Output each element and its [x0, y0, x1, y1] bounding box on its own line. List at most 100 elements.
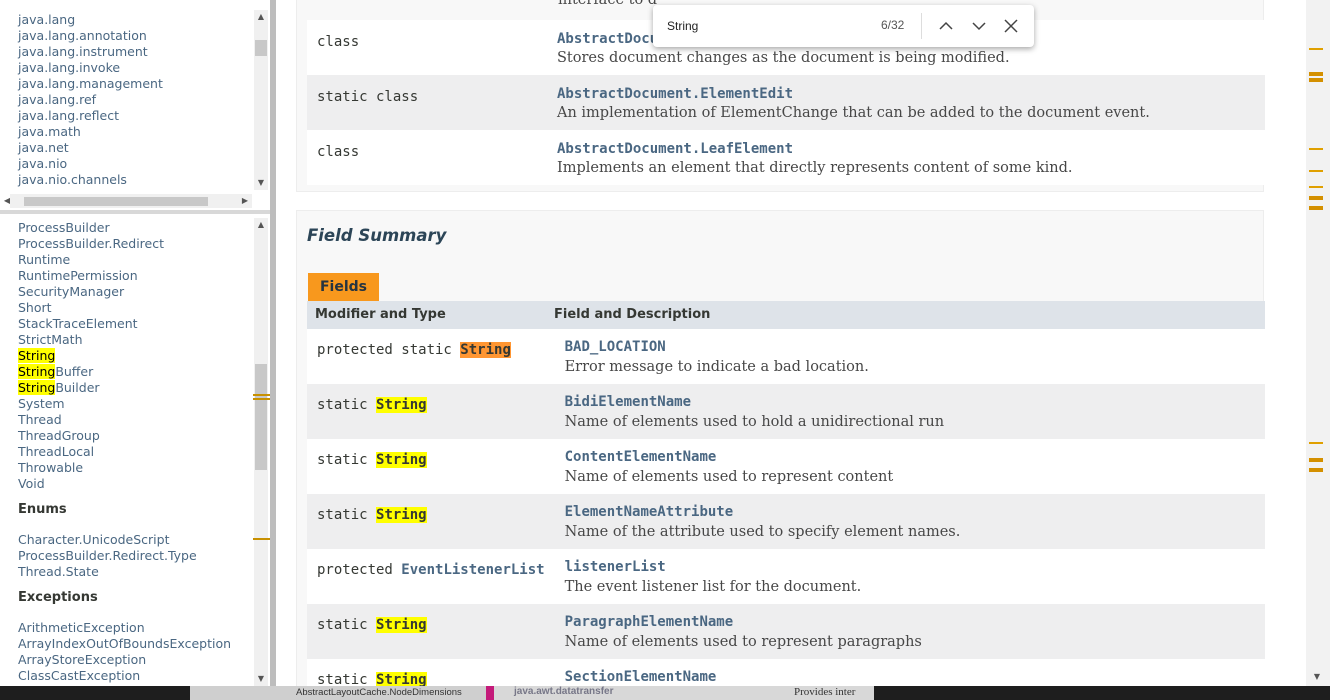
scroll-up-arrow-icon[interactable]: ▲	[254, 10, 268, 24]
scroll-left-arrow-icon[interactable]: ◀	[0, 194, 14, 208]
exception-link[interactable]: ArithmeticException	[18, 620, 231, 636]
class-link[interactable]: RuntimePermission	[18, 268, 231, 284]
modifier-text: static	[317, 617, 377, 633]
fields-tab[interactable]: Fields	[308, 273, 379, 301]
exception-link[interactable]: ArrayIndexOutOfBoundsException	[18, 636, 231, 652]
type-link[interactable]: EventListenerList	[401, 562, 544, 578]
class-link[interactable]: Thread	[18, 412, 231, 428]
find-input[interactable]	[667, 16, 867, 36]
package-list-hscrollbar[interactable]: ◀ ▶	[4, 194, 252, 208]
find-highlight[interactable]: String	[376, 617, 427, 633]
class-link[interactable]: ThreadLocal	[18, 444, 231, 460]
class-name-link[interactable]: AbstractDocument.ElementEdit	[557, 86, 1255, 102]
class-link[interactable]: StackTraceElement	[18, 316, 231, 332]
package-link[interactable]: java.lang.reflect	[18, 108, 163, 124]
enum-link[interactable]: Thread.State	[18, 564, 231, 580]
type-text: class	[317, 34, 360, 50]
class-link[interactable]: Throwable	[18, 460, 231, 476]
find-match-marker	[1309, 186, 1323, 188]
field-name-link[interactable]: ParagraphElementName	[565, 614, 1255, 630]
current-find-highlight[interactable]: String	[460, 342, 511, 358]
package-link[interactable]: java.nio.channels	[18, 172, 163, 188]
background-window-1[interactable]: AbstractLayoutCache.NodeDimensions	[190, 686, 490, 700]
field-name-link[interactable]: SectionElementName	[565, 669, 1255, 685]
scroll-thumb[interactable]	[255, 40, 267, 56]
class-list-frame: ProcessBuilder ProcessBuilder.Redirect Run…	[0, 214, 270, 686]
package-link[interactable]: java.lang.instrument	[18, 44, 163, 60]
field-cell: ContentElementName Name of elements used …	[555, 439, 1265, 494]
package-link[interactable]: java.lang	[18, 12, 163, 28]
package-link[interactable]: java.net	[18, 140, 163, 156]
find-highlight[interactable]: String	[376, 397, 427, 413]
exception-link[interactable]: ClassCastException	[18, 668, 231, 684]
table-row: protected EventListenerList listenerList T…	[307, 549, 1265, 604]
exception-link[interactable]: ArrayStoreException	[18, 652, 231, 668]
scroll-down-arrow-icon[interactable]: ▼	[254, 176, 268, 190]
chevron-down-icon[interactable]	[967, 14, 991, 38]
class-link[interactable]: Runtime	[18, 252, 231, 268]
class-list-scrollbar[interactable]: ▲ ▼	[254, 218, 268, 686]
chevron-up-icon[interactable]	[934, 14, 958, 38]
class-link[interactable]: StringBuilder	[18, 380, 231, 396]
class-link[interactable]: ProcessBuilder.Redirect	[18, 236, 231, 252]
field-cell: SectionElementName	[555, 659, 1265, 686]
class-link[interactable]: SecurityManager	[18, 284, 231, 300]
scroll-down-arrow-icon[interactable]: ▼	[254, 672, 268, 686]
find-highlight[interactable]: String	[376, 452, 427, 468]
field-description: Name of the attribute used to specify el…	[564, 524, 961, 540]
table-row: protected static String BAD_LOCATION Error…	[307, 329, 1265, 384]
scroll-down-arrow-icon[interactable]: ▼	[1310, 670, 1324, 684]
field-name-link[interactable]: ElementNameAttribute	[565, 504, 1255, 520]
close-icon[interactable]	[999, 14, 1023, 38]
package-link[interactable]: java.nio	[18, 156, 163, 172]
field-name-link[interactable]: BAD_LOCATION	[565, 339, 1255, 355]
field-description: The event listener list for the document…	[564, 579, 862, 595]
package-list-scrollbar[interactable]: ▲ ▼	[254, 10, 268, 190]
background-window-2-left-label: java.awt.datatransfer	[514, 686, 614, 697]
enum-link[interactable]: Character.UnicodeScript	[18, 532, 231, 548]
find-match-marker	[1309, 148, 1323, 150]
package-link[interactable]: java.lang.management	[18, 76, 163, 92]
class-link[interactable]: ThreadGroup	[18, 428, 231, 444]
enum-link[interactable]: ProcessBuilder.Redirect.Type	[18, 548, 231, 564]
field-name-link[interactable]: ContentElementName	[565, 449, 1255, 465]
modifier-cell: static String	[307, 439, 555, 494]
find-match-marker	[1309, 206, 1323, 210]
field-table: protected static String BAD_LOCATION Error…	[307, 329, 1265, 686]
field-description: Error message to indicate a bad location…	[564, 359, 869, 375]
class-link[interactable]: ProcessBuilder	[18, 220, 231, 236]
hscroll-thumb[interactable]	[24, 197, 208, 206]
package-link[interactable]: java.lang.annotation	[18, 28, 163, 44]
field-cell: BidiElementName Name of elements used to …	[555, 384, 1265, 439]
match-count: 6/32	[881, 18, 905, 32]
find-highlight[interactable]: String	[376, 672, 427, 686]
class-link[interactable]: StrictMath	[18, 332, 231, 348]
table-row: static String ParagraphElementName Name of…	[307, 604, 1265, 659]
field-name-link[interactable]: BidiElementName	[565, 394, 1255, 410]
class-link[interactable]: Short	[18, 300, 231, 316]
class-name-link[interactable]: AbstractDocument.LeafElement	[557, 141, 1255, 157]
type-text: static class	[317, 89, 419, 105]
package-link[interactable]: java.lang.invoke	[18, 60, 163, 76]
class-link[interactable]: String	[18, 348, 231, 364]
name-cell: AbstractDocument.ElementEdit An implement…	[547, 75, 1265, 130]
find-highlight[interactable]: String	[376, 507, 427, 523]
modifier-cell: static String	[307, 604, 555, 659]
table-row: static String ElementNameAttribute Name of…	[307, 494, 1265, 549]
class-link[interactable]: System	[18, 396, 231, 412]
page-scrollbar[interactable]: ▼	[1306, 0, 1330, 686]
package-link[interactable]: java.math	[18, 124, 163, 140]
package-link[interactable]: java.lang.ref	[18, 92, 163, 108]
field-cell: BAD_LOCATION Error message to indicate a …	[555, 329, 1265, 384]
name-cell: AbstractDocument.LeafElement Implements a…	[547, 130, 1265, 185]
scroll-up-arrow-icon[interactable]: ▲	[254, 218, 268, 232]
field-name-link[interactable]: listenerList	[565, 559, 1255, 575]
class-link[interactable]: StringBuffer	[18, 364, 231, 380]
scroll-thumb[interactable]	[255, 364, 267, 470]
modifier-text: static	[317, 452, 377, 468]
scroll-right-arrow-icon[interactable]: ▶	[238, 194, 252, 208]
background-window-2[interactable]: java.awt.datatransfer Provides inter	[494, 686, 874, 700]
class-link[interactable]: Void	[18, 476, 231, 492]
modifier-text: protected	[317, 562, 402, 578]
